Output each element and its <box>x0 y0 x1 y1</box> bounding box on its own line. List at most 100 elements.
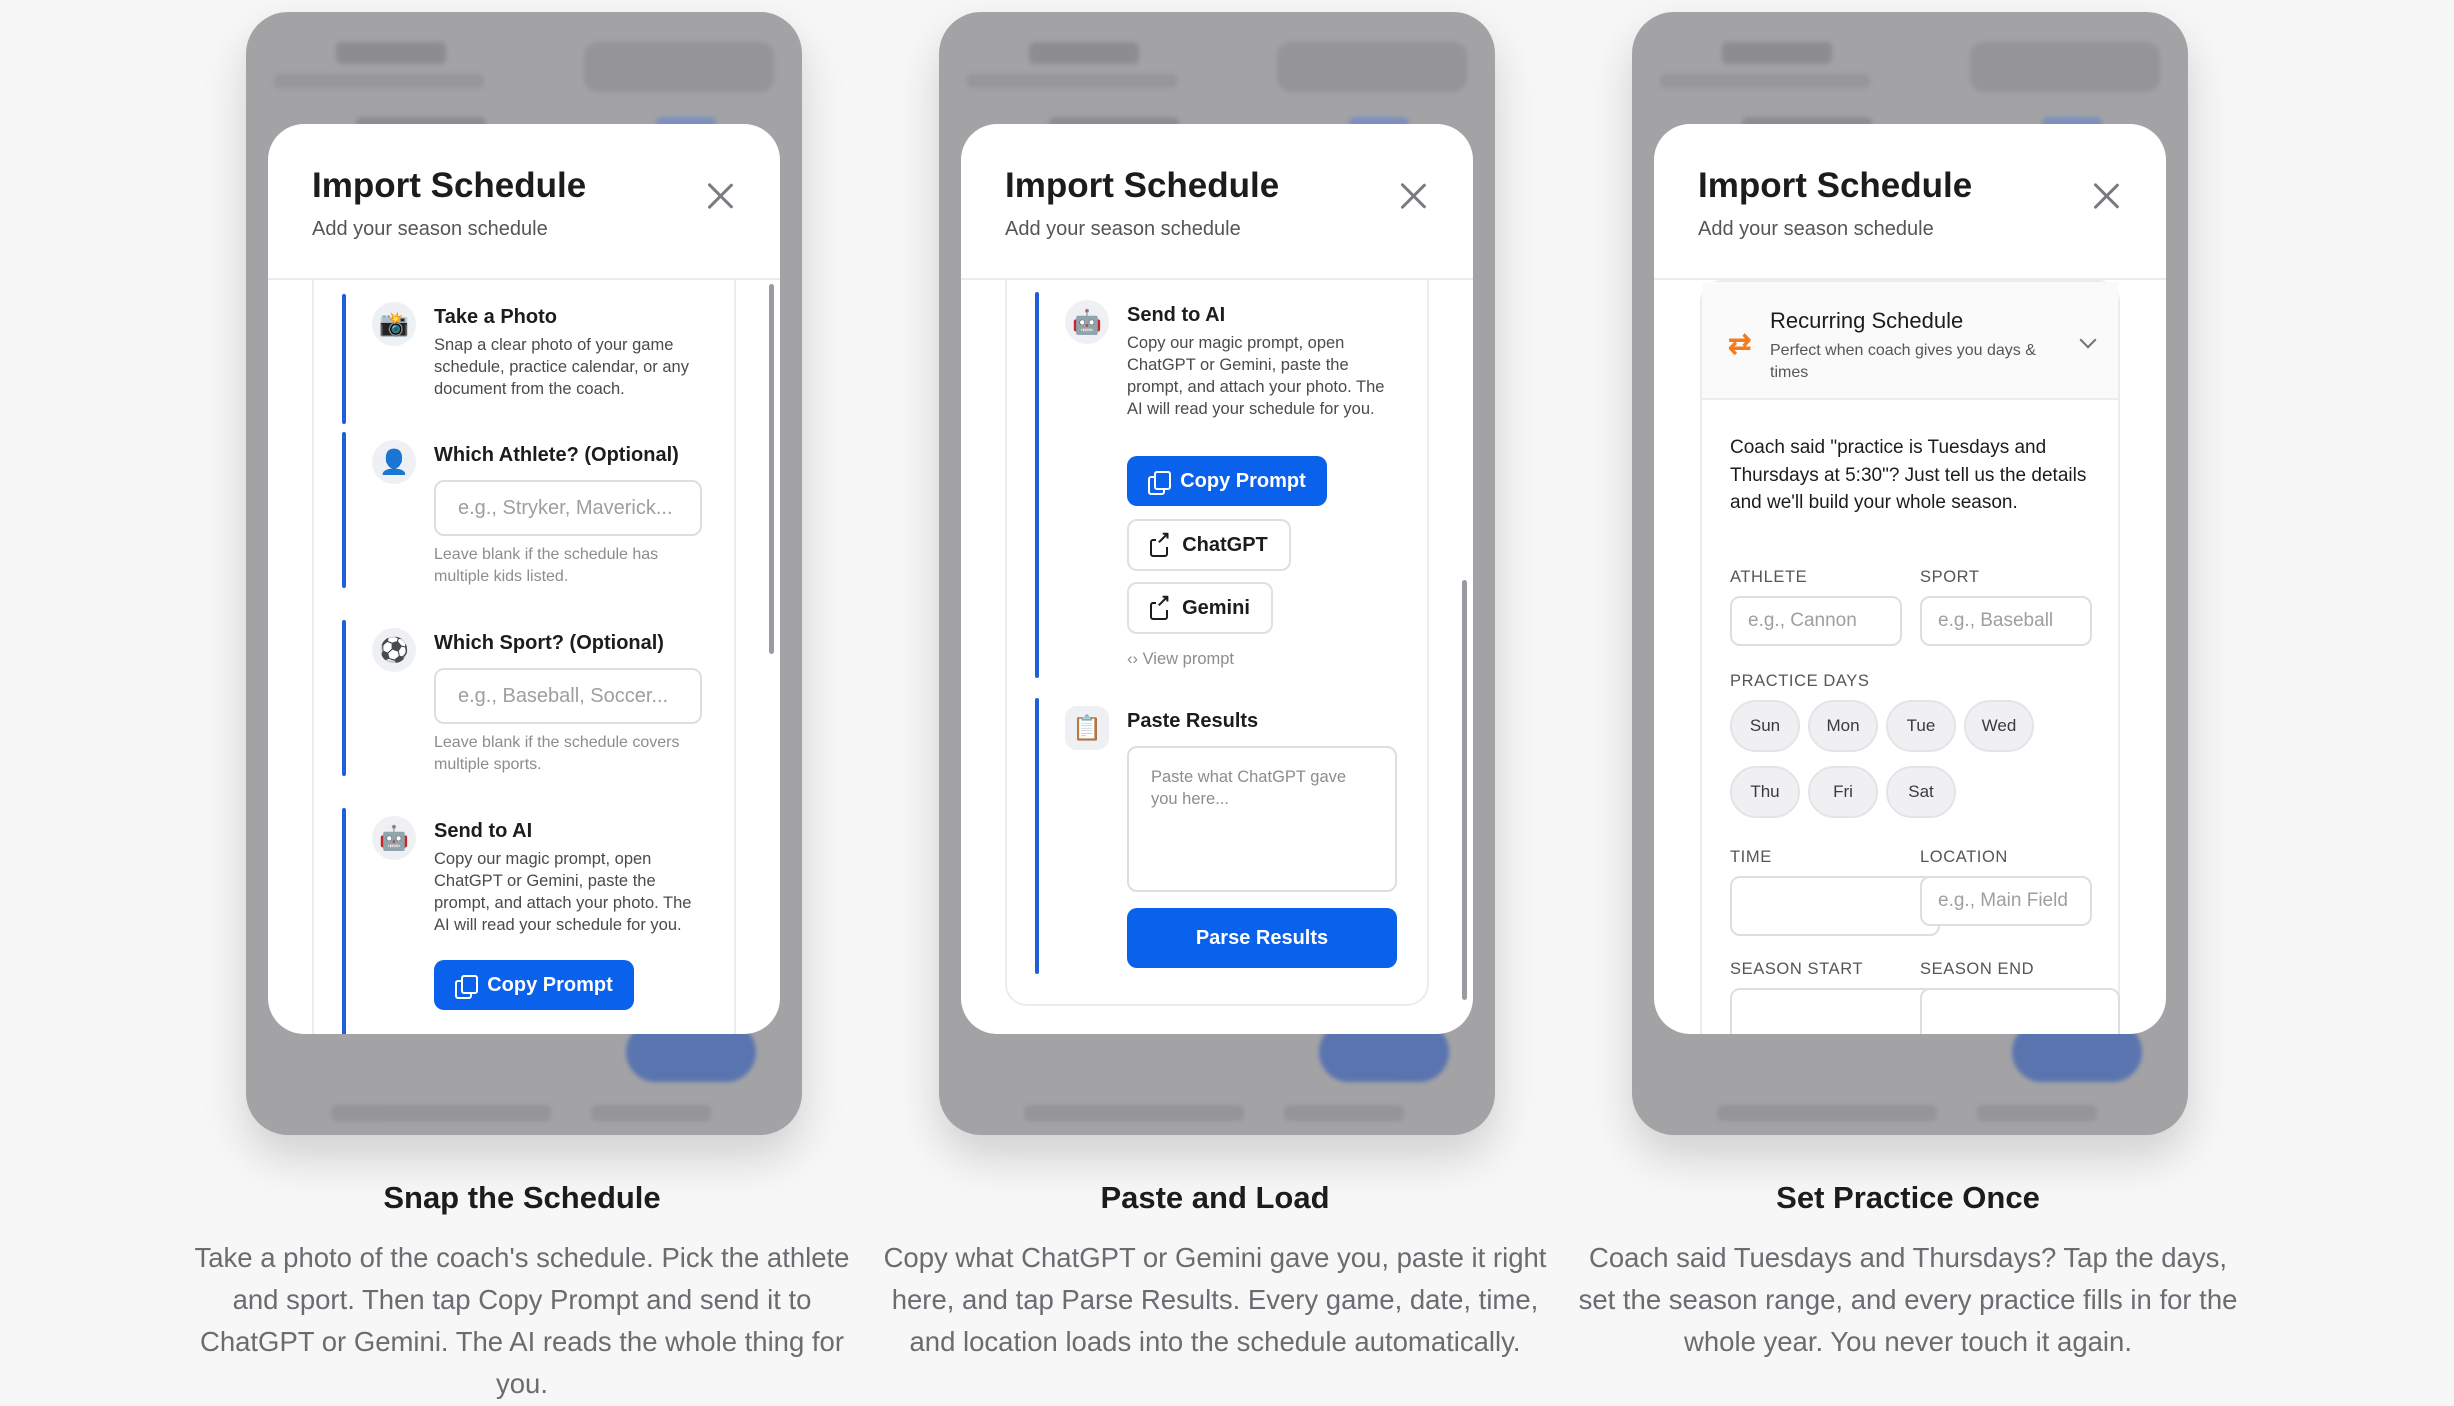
caption-text: Coach said Tuesdays and Thursdays? Tap t… <box>1578 1242 2238 1357</box>
step-title: Which Athlete? (Optional) <box>434 444 679 466</box>
sport-hint: Leave blank if the schedule covers multi… <box>434 734 680 773</box>
modal-body[interactable]: ⇄ Recurring Schedule Perfect when coach … <box>1654 280 2166 1034</box>
step-title: Take a Photo <box>434 306 557 328</box>
scrollbar[interactable] <box>1462 580 1467 1000</box>
steps-card: 📸 Take a Photo Snap a clear photo of you… <box>312 280 736 1034</box>
day-sat[interactable]: Sat <box>1886 766 1956 818</box>
season-start-input[interactable] <box>1730 988 1940 1034</box>
modal-body[interactable]: 🤖 Send to AI Copy our magic prompt, open… <box>961 280 1473 1034</box>
import-schedule-modal: Import Schedule Add your season schedule… <box>1654 124 2166 1034</box>
modal-subtitle: Add your season schedule <box>1698 218 1934 240</box>
step-paste-results: 📋 Paste Results Paste what ChatGPT gave … <box>1035 698 1403 974</box>
code-icon: ‹› <box>1127 650 1138 668</box>
step-title: Send to AI <box>434 820 533 842</box>
close-icon[interactable] <box>1399 182 1427 210</box>
step-rail <box>342 294 346 424</box>
close-icon[interactable] <box>706 182 734 210</box>
caption-text: Take a photo of the coach's schedule. Pi… <box>194 1242 850 1399</box>
caption-title: Paste and Load <box>1100 1180 1330 1215</box>
sport-input[interactable]: e.g., Baseball <box>1920 596 2092 646</box>
step-rail <box>1035 698 1039 974</box>
copy-icon <box>455 975 479 999</box>
season-end-input[interactable] <box>1920 988 2120 1034</box>
modal-header: Import Schedule Add your season schedule <box>961 124 1473 280</box>
day-thu[interactable]: Thu <box>1730 766 1800 818</box>
recurring-description: Coach said "practice is Tuesdays and Thu… <box>1730 437 2087 513</box>
view-prompt-link[interactable]: ‹› View prompt <box>1127 650 1234 669</box>
copy-prompt-label: Copy Prompt <box>1180 469 1306 492</box>
chevron-down-icon[interactable] <box>2079 331 2097 349</box>
clipboard-icon: 📋 <box>1065 706 1109 750</box>
step-title: Which Sport? (Optional) <box>434 632 664 654</box>
sport-input[interactable]: e.g., Baseball, Soccer... <box>434 668 702 724</box>
day-sun[interactable]: Sun <box>1730 700 1800 752</box>
copy-prompt-button[interactable]: Copy Prompt <box>434 960 634 1010</box>
recurring-title: Recurring Schedule <box>1770 308 1964 333</box>
close-icon[interactable] <box>2092 182 2120 210</box>
step-title: Send to AI <box>1127 304 1226 326</box>
soccer-ball-icon: ⚽ <box>372 628 416 672</box>
step-description: Snap a clear photo of your game schedule… <box>434 336 689 398</box>
recurring-schedule-header[interactable]: ⇄ Recurring Schedule Perfect when coach … <box>1702 282 2118 400</box>
phone-mockup: Import Schedule Add your season schedule… <box>246 12 802 1135</box>
phone-mockup: Import Schedule Add your season schedule… <box>1632 12 2188 1135</box>
modal-title: Import Schedule <box>1698 166 1973 205</box>
scrollbar[interactable] <box>769 284 774 654</box>
gemini-label: Gemini <box>1182 596 1250 619</box>
modal-subtitle: Add your season schedule <box>312 218 548 240</box>
day-wed[interactable]: Wed <box>1964 700 2034 752</box>
import-schedule-modal: Import Schedule Add your season schedule… <box>961 124 1473 1034</box>
caption-text: Copy what ChatGPT or Gemini gave you, pa… <box>883 1242 1547 1357</box>
parse-results-label: Parse Results <box>1195 926 1329 949</box>
time-input[interactable] <box>1730 876 1940 936</box>
modal-header: Import Schedule Add your season schedule <box>1654 124 2166 280</box>
repeat-icon: ⇄ <box>1728 328 1752 359</box>
recurring-subtitle: Perfect when coach gives you days & time… <box>1770 342 2036 381</box>
season-end-label: SEASON END <box>1920 960 2035 978</box>
step-rail <box>342 808 346 1034</box>
athlete-input[interactable]: e.g., Stryker, Maverick... <box>434 480 702 536</box>
day-fri[interactable]: Fri <box>1808 766 1878 818</box>
step-send-to-ai: 🤖 Send to AI Copy our magic prompt, open… <box>1035 292 1403 678</box>
chatgpt-button[interactable]: ChatGPT <box>1127 519 1291 571</box>
recurring-schedule-card: ⇄ Recurring Schedule Perfect when coach … <box>1700 280 2120 1034</box>
external-link-icon <box>1150 529 1171 557</box>
sport-label: SPORT <box>1920 568 1980 586</box>
step-send-to-ai: 🤖 Send to AI Copy our magic prompt, open… <box>342 808 710 1034</box>
modal-body[interactable]: 📸 Take a Photo Snap a clear photo of you… <box>268 280 780 1034</box>
day-mon[interactable]: Mon <box>1808 700 1878 752</box>
season-start-label: SEASON START <box>1730 960 1864 978</box>
caption-title: Set Practice Once <box>1776 1180 2040 1215</box>
chatgpt-label: ChatGPT <box>1182 533 1268 556</box>
step-description: Copy our magic prompt, open ChatGPT or G… <box>1127 334 1385 418</box>
step-which-athlete: 👤 Which Athlete? (Optional) e.g., Stryke… <box>342 432 710 588</box>
location-label: LOCATION <box>1920 848 2008 866</box>
step-title: Paste Results <box>1127 710 1259 732</box>
location-input[interactable]: e.g., Main Field <box>1920 876 2092 926</box>
copy-icon <box>1148 471 1172 495</box>
practice-days-label: PRACTICE DAYS <box>1730 672 1870 690</box>
person-icon: 👤 <box>372 440 416 484</box>
modal-subtitle: Add your season schedule <box>1005 218 1241 240</box>
step-rail <box>342 432 346 588</box>
phone-mockup: Import Schedule Add your season schedule… <box>939 12 1495 1135</box>
step-which-sport: ⚽ Which Sport? (Optional) e.g., Baseball… <box>342 620 710 776</box>
caption-title: Snap the Schedule <box>383 1180 661 1215</box>
step-take-photo: 📸 Take a Photo Snap a clear photo of you… <box>342 294 710 424</box>
day-tue[interactable]: Tue <box>1886 700 1956 752</box>
athlete-label: ATHLETE <box>1730 568 1808 586</box>
time-label: TIME <box>1730 848 1772 866</box>
copy-prompt-button[interactable]: Copy Prompt <box>1127 456 1327 506</box>
modal-header: Import Schedule Add your season schedule <box>268 124 780 280</box>
external-link-icon <box>1150 592 1171 620</box>
parse-results-button[interactable]: Parse Results <box>1127 908 1397 968</box>
steps-card: 🤖 Send to AI Copy our magic prompt, open… <box>1005 280 1429 1006</box>
athlete-hint: Leave blank if the schedule has multiple… <box>434 546 659 585</box>
copy-prompt-label: Copy Prompt <box>487 973 613 996</box>
modal-title: Import Schedule <box>1005 166 1280 205</box>
import-schedule-modal: Import Schedule Add your season schedule… <box>268 124 780 1034</box>
paste-results-textarea[interactable]: Paste what ChatGPT gave you here... <box>1127 746 1397 892</box>
step-rail <box>342 620 346 776</box>
gemini-button[interactable]: Gemini <box>1127 582 1273 634</box>
athlete-input[interactable]: e.g., Cannon <box>1730 596 1902 646</box>
